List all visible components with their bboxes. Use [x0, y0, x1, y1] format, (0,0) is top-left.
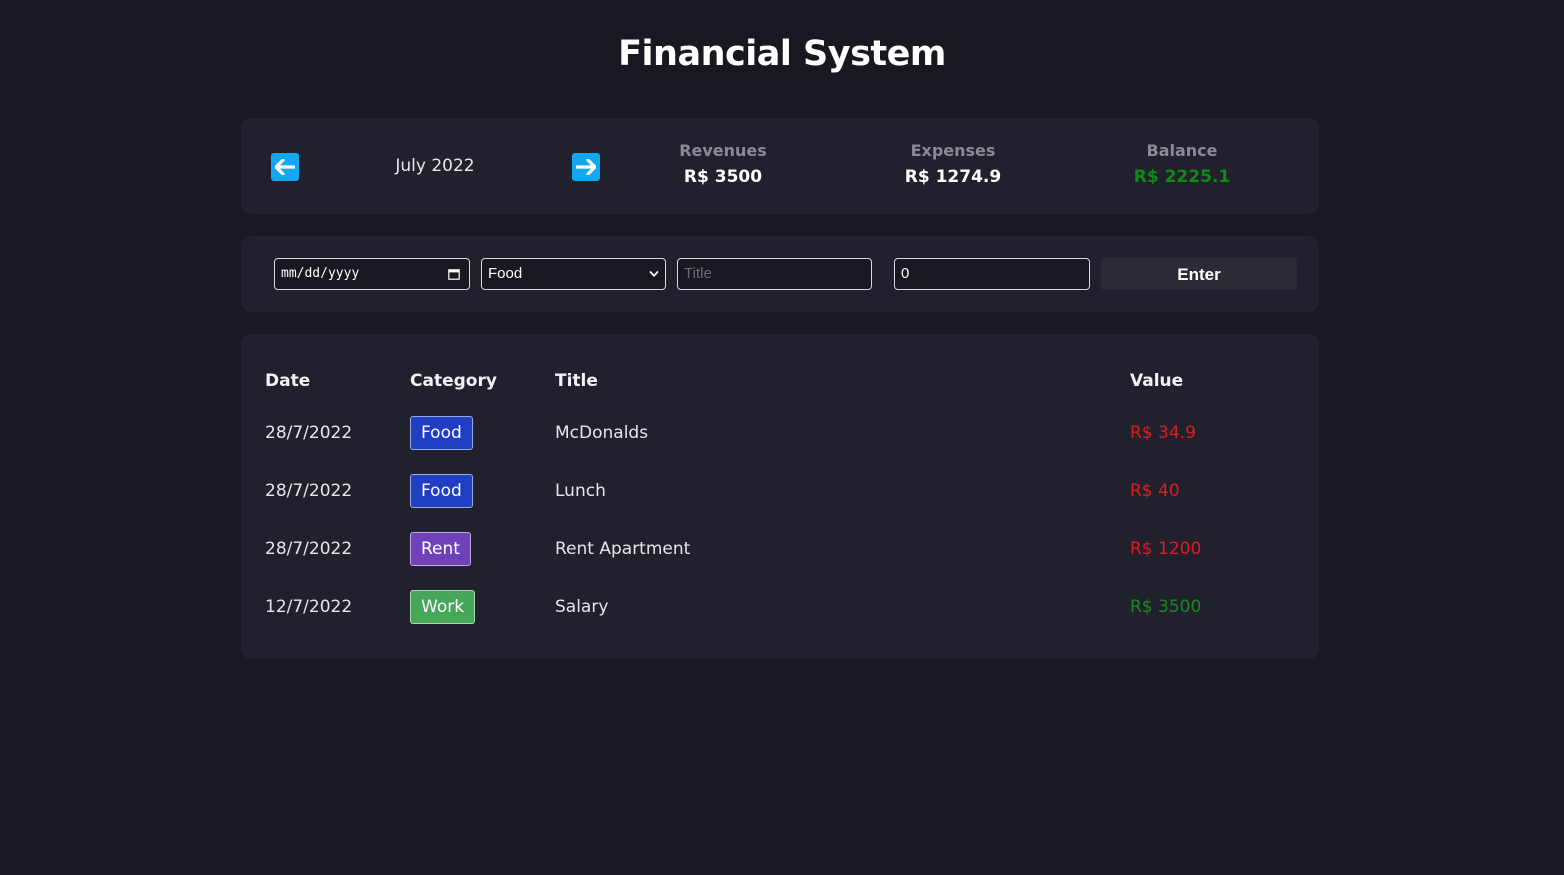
balance-summary: Balance R$ 2225.1 [1067, 141, 1297, 187]
table-row: 28/7/2022 Food Lunch R$ 40 [241, 472, 1319, 512]
category-select-value: Food [488, 265, 523, 282]
header-value: Value [1130, 371, 1184, 391]
row-title: Salary [555, 597, 609, 617]
arrow-left-icon [275, 159, 295, 175]
row-title: Lunch [555, 481, 606, 501]
row-date: 28/7/2022 [265, 423, 353, 443]
date-input[interactable]: mm/dd/yyyy [274, 258, 470, 290]
title-input[interactable]: Title [677, 258, 872, 290]
table-row: 12/7/2022 Work Salary R$ 3500 [241, 588, 1319, 628]
current-month: July 2022 [395, 156, 475, 176]
previous-month-button[interactable] [271, 153, 299, 181]
category-select[interactable]: Food [481, 258, 666, 290]
revenues-value: R$ 3500 [683, 167, 763, 187]
row-date: 28/7/2022 [265, 539, 353, 559]
revenues-label: Revenues [679, 141, 767, 160]
row-date: 28/7/2022 [265, 481, 353, 501]
expenses-value: R$ 1274.9 [904, 167, 1002, 187]
balance-label: Balance [1146, 141, 1218, 160]
row-value: R$ 34.9 [1130, 423, 1196, 443]
header-date: Date [265, 371, 311, 391]
row-title: McDonalds [555, 423, 649, 443]
row-date: 12/7/2022 [265, 597, 353, 617]
summary-panel: July 2022 Revenues R$ 3500 Expenses R$ 1… [241, 118, 1319, 214]
page-title: Financial System [618, 34, 946, 74]
header-category: Category [410, 371, 497, 391]
category-badge: Rent [410, 532, 471, 566]
row-value: R$ 3500 [1130, 597, 1202, 617]
title-input-placeholder: Title [684, 265, 712, 282]
table-row: 28/7/2022 Food McDonalds R$ 34.9 [241, 414, 1319, 454]
chevron-down-icon [649, 271, 659, 277]
enter-button[interactable]: Enter [1101, 258, 1297, 290]
arrow-right-icon [576, 159, 596, 175]
table-row: 28/7/2022 Rent Rent Apartment R$ 1200 [241, 530, 1319, 570]
next-month-button[interactable] [572, 153, 600, 181]
row-value: R$ 1200 [1130, 539, 1202, 559]
row-value: R$ 40 [1130, 481, 1180, 501]
row-title: Rent Apartment [555, 539, 691, 559]
revenues-summary: Revenues R$ 3500 [608, 141, 838, 187]
category-badge: Food [410, 416, 473, 450]
date-input-placeholder: mm/dd/yyyy [281, 266, 360, 281]
transactions-table: Date Category Title Value 28/7/2022 Food… [241, 334, 1319, 659]
balance-value: R$ 2225.1 [1133, 167, 1231, 187]
header-title: Title [555, 371, 598, 391]
calendar-icon[interactable] [448, 268, 460, 280]
expenses-label: Expenses [910, 141, 996, 160]
entry-form: mm/dd/yyyy Food Title 0 Enter [241, 236, 1319, 312]
expenses-summary: Expenses R$ 1274.9 [838, 141, 1068, 187]
category-badge: Food [410, 474, 473, 508]
category-badge: Work [410, 590, 476, 624]
value-input-value: 0 [901, 265, 910, 282]
value-input[interactable]: 0 [894, 258, 1090, 290]
